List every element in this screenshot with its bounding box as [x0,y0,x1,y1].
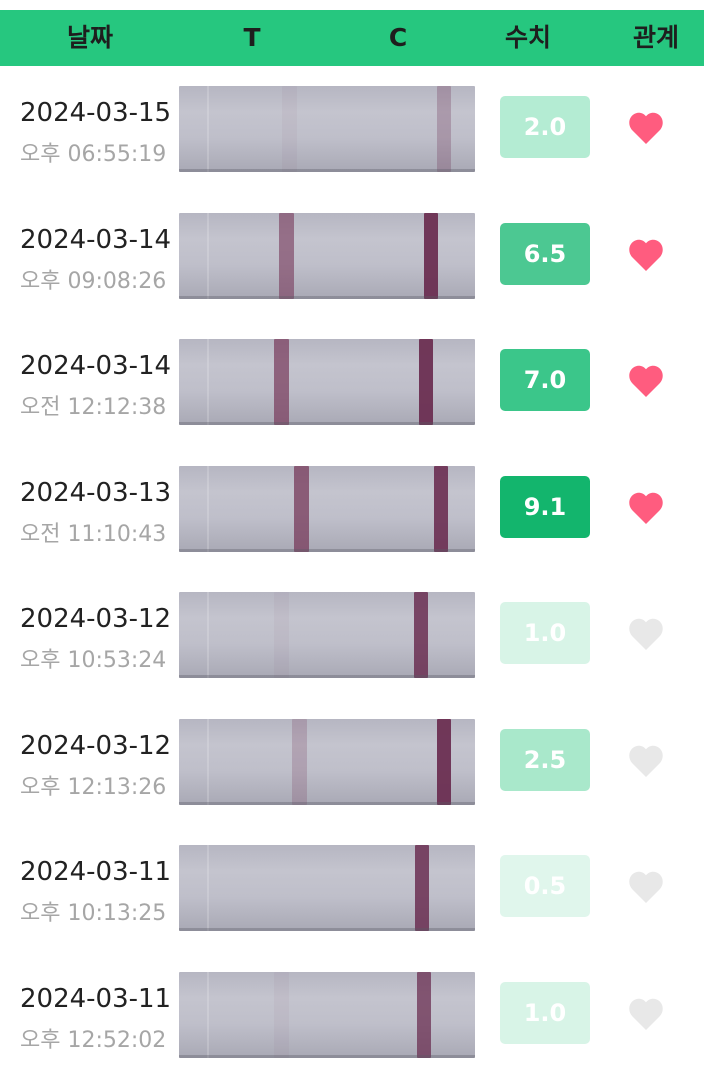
header-date: 날짜 [66,23,113,52]
record-date: 2024-03-15 [20,98,172,128]
header-relationship: 관계 [632,23,679,52]
record-time: 오후 12:13:26 [20,774,167,800]
heart-icon[interactable] [627,616,665,652]
records-list: 2024-03-15 오후 06:55:19 2.0 2024-03-14 오후 09… [0,66,704,1078]
record-time: 오후 12:52:02 [20,1027,167,1053]
record-row[interactable]: 2024-03-11 오후 10:13:25 0.5 [0,825,704,952]
heart-icon[interactable] [627,363,665,399]
record-date: 2024-03-11 [20,857,172,887]
record-time: 오전 12:12:38 [20,395,167,420]
test-line [282,86,297,172]
heart-icon[interactable] [627,996,665,1032]
test-line [274,339,289,425]
header-t-line: T [243,23,261,52]
header-c-line: C [388,23,408,52]
record-date: 2024-03-13 [20,477,172,508]
value-badge: 2.5 [500,728,590,791]
test-strip-image[interactable] [179,718,475,805]
value-badge: 1.0 [500,981,590,1044]
record-date: 2024-03-11 [20,983,172,1014]
heart-icon[interactable] [627,110,665,146]
value-badge: 7.0 [500,349,590,411]
value-badge: 6.5 [500,222,590,285]
control-line [434,465,448,552]
record-date: 2024-03-14 [20,351,172,381]
heart-icon[interactable] [627,743,665,779]
header-value: 수치 [504,23,551,52]
record-row[interactable]: 2024-03-11 오후 12:52:02 1.0 [0,952,704,1079]
record-time: 오후 10:13:25 [20,901,167,926]
record-date: 2024-03-12 [20,730,172,761]
record-date: 2024-03-14 [20,224,172,255]
record-row[interactable]: 2024-03-13 오전 11:10:43 9.1 [0,446,704,573]
control-line [414,592,428,678]
heart-icon[interactable] [627,869,665,905]
test-strip-image[interactable] [179,845,475,931]
value-badge: 2.0 [500,96,590,158]
test-line [274,592,289,678]
test-strip-image[interactable] [179,86,475,172]
record-row[interactable]: 2024-03-14 오후 09:08:26 6.5 [0,193,704,320]
control-line [419,339,433,425]
value-badge: 0.5 [500,855,590,917]
test-strip-image[interactable] [179,212,475,299]
record-row[interactable]: 2024-03-12 오후 10:53:24 1.0 [0,572,704,699]
record-row[interactable]: 2024-03-14 오전 12:12:38 7.0 [0,319,704,446]
record-time: 오후 06:55:19 [20,142,167,167]
value-badge: 9.1 [500,475,590,538]
test-line [279,212,294,299]
heart-icon[interactable] [627,490,665,526]
control-line [424,212,438,299]
test-line [274,971,289,1058]
control-line [415,845,429,931]
test-line [294,465,309,552]
test-strip-image[interactable] [179,465,475,552]
value-badge: 1.0 [500,602,590,664]
test-strip-image[interactable] [179,339,475,425]
record-time: 오후 09:08:26 [20,268,167,294]
table-header: 날짜 T C 수치 관계 [0,10,704,66]
control-line [437,86,451,172]
control-line [417,971,431,1058]
test-line [292,718,307,805]
record-date: 2024-03-12 [20,604,172,634]
test-strip-image[interactable] [179,592,475,678]
heart-icon[interactable] [627,237,665,273]
test-history-screen: 날짜 T C 수치 관계 2024-03-15 오후 06:55:19 2.0 20… [0,0,704,1080]
record-time: 오전 11:10:43 [20,521,167,547]
record-row[interactable]: 2024-03-12 오후 12:13:26 2.5 [0,699,704,826]
record-time: 오후 10:53:24 [20,648,167,673]
control-line [437,718,451,805]
test-strip-image[interactable] [179,971,475,1058]
record-row[interactable]: 2024-03-15 오후 06:55:19 2.0 [0,66,704,193]
